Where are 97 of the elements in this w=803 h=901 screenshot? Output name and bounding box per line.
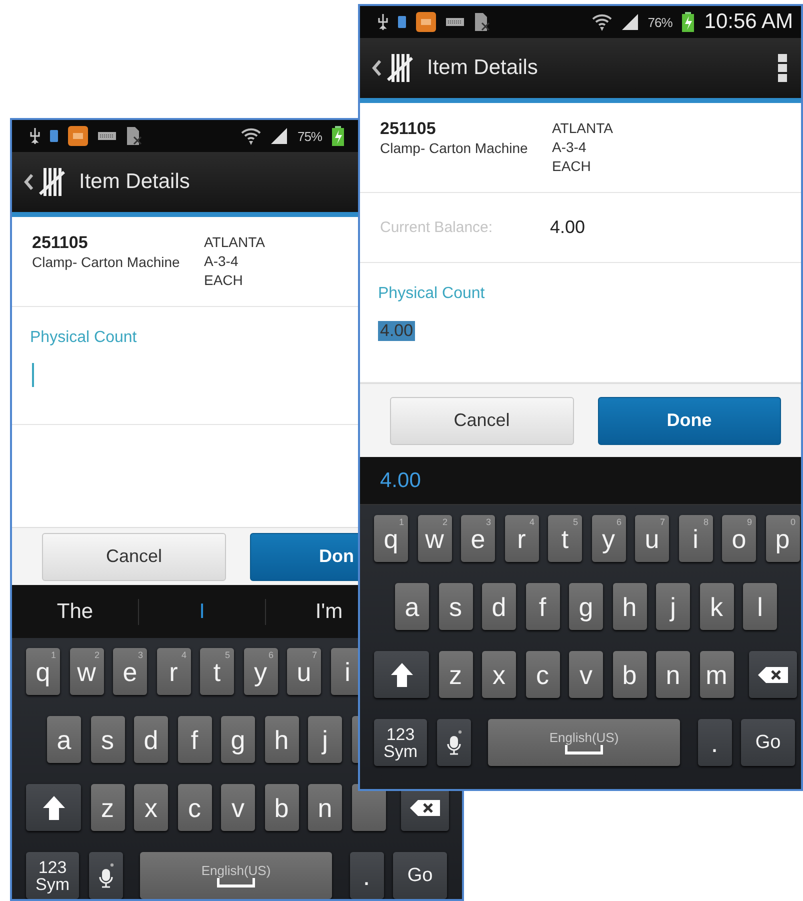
item-detail: EACH — [204, 271, 244, 290]
battery-icon — [682, 12, 694, 32]
keyboard-key[interactable]: g — [569, 583, 603, 630]
battery-icon — [332, 126, 344, 146]
tally-marks-icon — [39, 166, 65, 198]
tally-marks-icon — [387, 52, 413, 84]
keyboard-key[interactable]: m — [700, 651, 734, 698]
item-number: 251105 — [380, 119, 437, 139]
item-detail: ATLANTA — [204, 233, 266, 252]
keyboard-key[interactable]: b — [264, 784, 298, 831]
header-title: Item Details — [79, 170, 190, 194]
keyboard-key[interactable]: z — [438, 651, 472, 698]
balance-label: Current Balance: — [380, 219, 494, 236]
wifi-icon — [241, 127, 262, 145]
backspace-icon — [758, 666, 788, 682]
word-suggestion[interactable]: I — [139, 600, 265, 624]
back-icon[interactable] — [372, 60, 381, 76]
microphone-icon — [446, 730, 462, 756]
signal-icon — [622, 14, 638, 30]
keyboard-key[interactable]: a — [47, 716, 81, 763]
keyboard-key[interactable]: d — [134, 716, 168, 763]
microphone-icon — [98, 862, 114, 888]
battery-percent: 75% — [297, 128, 322, 144]
keyboard-key[interactable]: z — [90, 784, 124, 831]
period-key[interactable]: . — [698, 719, 732, 766]
app-icon — [416, 12, 436, 32]
keyboard-key[interactable]: s — [438, 583, 472, 630]
keyboard-key[interactable]: v — [569, 651, 603, 698]
item-description: Clamp- Carton Machine — [380, 140, 529, 156]
keyboard-key[interactable]: h — [612, 583, 646, 630]
keyboard-key[interactable]: x — [134, 784, 168, 831]
symbols-key[interactable]: 123 Sym — [26, 852, 79, 899]
keyboard-key[interactable]: l — [743, 583, 777, 630]
arrow-up-icon — [390, 662, 412, 686]
battery-percent: 76% — [648, 14, 672, 30]
back-icon[interactable] — [24, 174, 33, 190]
go-key[interactable]: Go — [741, 719, 795, 766]
done-button[interactable]: Done — [598, 396, 781, 444]
arrow-up-icon — [42, 796, 64, 820]
keyboard-key[interactable]: b — [612, 651, 646, 698]
space-bar-icon — [565, 745, 603, 755]
go-key[interactable]: Go — [393, 852, 447, 899]
keyboard-key[interactable]: k — [700, 583, 734, 630]
wifi-icon — [592, 13, 612, 31]
sim-card-icon — [474, 13, 490, 31]
item-number: 251105 — [32, 233, 89, 253]
keyboard-key[interactable]: f — [526, 583, 560, 630]
phone-icon — [398, 16, 406, 28]
cancel-button[interactable]: Cancel — [390, 396, 574, 444]
cancel-button[interactable]: Cancel — [42, 532, 226, 580]
keyboard-key[interactable]: h — [264, 716, 298, 763]
shift-key[interactable] — [374, 651, 429, 698]
candidate-text[interactable]: 4.00 — [380, 468, 421, 492]
usb-icon — [378, 14, 388, 30]
item-detail: EACH — [552, 157, 592, 176]
keyboard-key[interactable]: n — [308, 784, 342, 831]
keyboard-key[interactable]: v — [221, 784, 255, 831]
space-key[interactable]: English(US) — [488, 719, 680, 766]
keyboard-key[interactable]: n — [656, 651, 690, 698]
space-key[interactable]: English(US) — [140, 852, 332, 899]
usb-icon — [30, 128, 40, 144]
shift-key[interactable] — [26, 784, 81, 831]
phone-icon — [50, 130, 58, 142]
word-suggestion[interactable]: The — [12, 600, 138, 624]
backspace-key[interactable] — [749, 651, 797, 698]
input-field[interactable]: 4.00 — [378, 317, 678, 345]
item-description: Clamp- Carton Machine — [32, 254, 181, 270]
signal-icon — [271, 128, 288, 144]
space-bar-icon — [217, 878, 255, 888]
field-label: Physical Count — [30, 329, 137, 347]
field-label: Physical Count — [378, 285, 485, 303]
backspace-icon — [410, 800, 440, 816]
keyboard-key[interactable]: x — [482, 651, 516, 698]
item-detail: A-3-4 — [204, 252, 240, 271]
header-title: Item Details — [427, 56, 538, 80]
item-detail: A-3-4 — [552, 138, 588, 157]
keyboard-key[interactable]: j — [308, 716, 342, 763]
symbols-key[interactable]: 123 Sym — [374, 719, 427, 766]
keyboard-icon — [446, 18, 464, 26]
balance-value: 4.00 — [550, 217, 586, 238]
keyboard-icon — [98, 132, 116, 140]
keyboard-key[interactable]: a — [395, 583, 429, 630]
keyboard-key[interactable]: s — [90, 716, 124, 763]
sim-card-icon — [126, 127, 142, 145]
more-options-icon[interactable] — [778, 54, 787, 82]
item-detail: ATLANTA — [552, 119, 614, 138]
keyboard-key[interactable]: d — [482, 583, 516, 630]
period-key[interactable]: . — [350, 852, 384, 899]
keyboard-key[interactable]: c — [526, 651, 560, 698]
app-icon — [68, 126, 88, 146]
microphone-key[interactable] — [88, 852, 122, 899]
keyboard-key[interactable]: f — [178, 716, 212, 763]
keyboard-key[interactable]: j — [656, 583, 690, 630]
microphone-key[interactable] — [436, 719, 470, 766]
clock-time: 10:56 AM — [704, 10, 793, 34]
keyboard-key[interactable]: g — [221, 716, 255, 763]
keyboard-key[interactable]: c — [178, 784, 212, 831]
